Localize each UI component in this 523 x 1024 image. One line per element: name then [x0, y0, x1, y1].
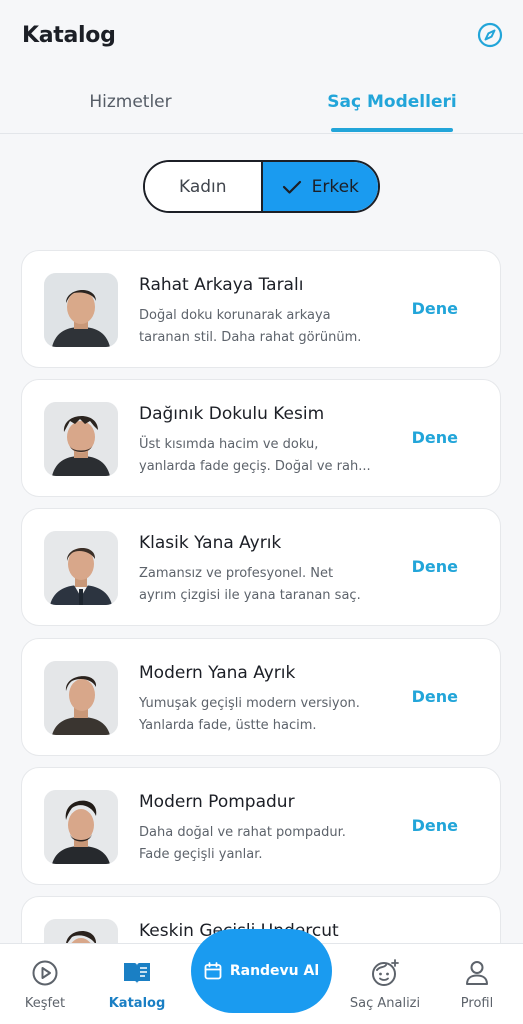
nav-item-hair-analysis[interactable]: Saç Analizi — [340, 958, 430, 1011]
tab-services-label: Hizmetler — [89, 92, 172, 112]
play-circle-icon — [31, 958, 59, 988]
try-button[interactable]: Dene — [412, 816, 458, 835]
description-line: Yanlarda fade, üstte hacim. — [139, 718, 317, 733]
nav-item-catalog[interactable]: Katalog — [92, 958, 182, 1011]
description-line: ayrım çizgisi ile yana taranan saç. — [139, 588, 361, 603]
gender-option-male-label: Erkek — [311, 176, 359, 197]
description-line: yanlarda fade geçiş. Doğal ve rah... — [139, 459, 371, 474]
description-line: Fade geçişli yanlar. — [139, 847, 263, 862]
book-icon — [122, 958, 152, 988]
compass-icon[interactable] — [477, 22, 503, 48]
hair-style-description: Yumuşak geçişli modern versiyon. Yanlard… — [139, 693, 384, 737]
hair-style-card[interactable]: Dağınık Dokulu Kesim Üst kısımda hacim v… — [21, 379, 501, 497]
hair-style-thumbnail — [44, 531, 118, 605]
description-line: Zamansız ve profesyonel. Net — [139, 566, 334, 581]
hair-style-title: Rahat Arkaya Taralı — [139, 275, 304, 295]
description-line: taranan stil. Daha rahat görünüm. — [139, 330, 362, 345]
tab-bar: Hizmetler Saç Modelleri — [0, 70, 523, 134]
try-button[interactable]: Dene — [412, 299, 458, 318]
hair-style-card[interactable]: Klasik Yana Ayrık Zamansız ve profesyone… — [21, 508, 501, 626]
hair-style-description: Daha doğal ve rahat pompadur. Fade geçiş… — [139, 822, 384, 866]
gender-option-female[interactable]: Kadın — [145, 162, 263, 211]
nav-item-label: Saç Analizi — [349, 996, 421, 1011]
hair-style-title: Modern Yana Ayrık — [139, 663, 296, 683]
try-button[interactable]: Dene — [412, 687, 458, 706]
nav-item-label: Katalog — [108, 996, 166, 1011]
face-sparkle-icon — [370, 958, 400, 988]
nav-item-label: Profil — [460, 996, 494, 1011]
gender-toggle: Kadın Erkek — [143, 160, 380, 213]
try-button[interactable]: Dene — [412, 557, 458, 576]
check-icon — [282, 179, 302, 195]
book-appointment-label: Randevu Al — [229, 963, 320, 979]
page-title: Katalog — [22, 22, 116, 48]
app-header: Katalog — [0, 0, 523, 70]
hair-style-description: Üst kısımda hacim ve doku, yanlarda fade… — [139, 434, 384, 478]
calendar-icon — [204, 962, 222, 980]
hair-style-description: Zamansız ve profesyonel. Net ayrım çizgi… — [139, 563, 384, 607]
description-line: Yumuşak geçişli modern versiyon. — [139, 696, 360, 711]
description-line: Üst kısımda hacim ve doku, — [139, 437, 319, 452]
gender-option-female-label: Kadın — [178, 176, 227, 197]
hair-style-title: Dağınık Dokulu Kesim — [139, 404, 325, 424]
tab-hair-models-label: Saç Modelleri — [327, 92, 457, 112]
try-button[interactable]: Dene — [412, 428, 458, 447]
hair-style-thumbnail — [44, 790, 118, 864]
hair-style-card[interactable]: Modern Yana Ayrık Yumuşak geçişli modern… — [21, 638, 501, 756]
tab-services[interactable]: Hizmetler — [0, 70, 261, 134]
hair-style-card[interactable]: Rahat Arkaya Taralı Doğal doku korunarak… — [21, 250, 501, 368]
hair-style-thumbnail — [44, 402, 118, 476]
hair-style-title: Modern Pompadur — [139, 792, 295, 812]
book-appointment-button[interactable]: Randevu Al — [191, 929, 332, 1013]
user-icon — [464, 958, 490, 988]
hair-style-description: Doğal doku korunarak arkaya taranan stil… — [139, 305, 384, 349]
nav-item-label: Keşfet — [24, 996, 66, 1011]
hair-style-card[interactable]: Modern Pompadur Daha doğal ve rahat pomp… — [21, 767, 501, 885]
hair-style-title: Klasik Yana Ayrık — [139, 533, 282, 553]
gender-option-male[interactable]: Erkek — [262, 162, 378, 211]
tab-hair-models[interactable]: Saç Modelleri — [261, 70, 523, 134]
nav-item-profile[interactable]: Profil — [432, 958, 522, 1011]
description-line: Doğal doku korunarak arkaya — [139, 308, 331, 323]
active-tab-indicator — [331, 128, 453, 132]
nav-item-discover[interactable]: Keşfet — [0, 958, 90, 1011]
hair-style-thumbnail — [44, 273, 118, 347]
hair-style-thumbnail — [44, 661, 118, 735]
description-line: Daha doğal ve rahat pompadur. — [139, 825, 346, 840]
